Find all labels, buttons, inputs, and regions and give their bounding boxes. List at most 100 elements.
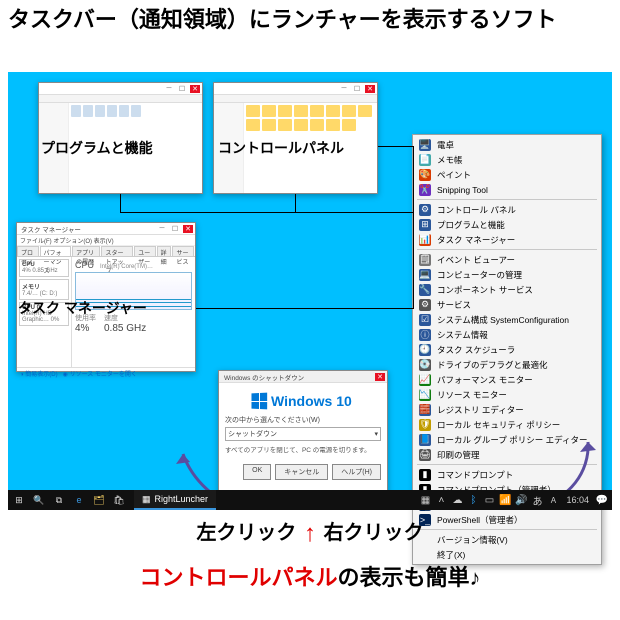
ok-button[interactable]: OK — [243, 464, 271, 480]
tm-card[interactable]: メモリ7.4/… (C: D:) — [19, 279, 69, 300]
ctx-item[interactable]: 🖨印刷の管理 — [413, 447, 601, 462]
footer-link[interactable]: リソース モニターを開く — [70, 372, 137, 378]
tm-tab[interactable]: ユーザー — [134, 246, 155, 256]
min-icon[interactable]: ─ — [157, 225, 167, 233]
tray-battery-icon[interactable]: ▭ — [483, 494, 495, 506]
file-icon[interactable] — [71, 105, 81, 117]
folder-icon[interactable] — [278, 119, 292, 131]
max-icon[interactable]: ☐ — [177, 85, 187, 93]
tm-tab[interactable]: アプリの履歴 — [72, 246, 100, 256]
ctx-item[interactable]: ⓘシステム情報 — [413, 327, 601, 342]
nav-pane[interactable] — [214, 103, 244, 193]
file-icon[interactable] — [95, 105, 105, 117]
ctx-item[interactable]: 🖥️電卓 — [413, 137, 601, 152]
tray-ime-icon[interactable]: あ — [531, 494, 543, 506]
tm-tab[interactable]: サービス — [172, 246, 194, 256]
ctx-item[interactable]: 📉リソース モニター — [413, 387, 601, 402]
file-list[interactable] — [69, 103, 202, 193]
ctx-item[interactable]: 🎨ペイント — [413, 167, 601, 182]
nav-pane[interactable] — [39, 103, 69, 193]
folder-icon[interactable] — [342, 105, 356, 117]
action-select[interactable]: シャットダウン ▾ — [225, 427, 381, 441]
footer-link[interactable]: 簡易表示(D) — [25, 372, 57, 378]
ctx-item[interactable]: 📊タスク マネージャー — [413, 232, 601, 247]
folder-icon[interactable] — [262, 119, 276, 131]
tab-strip[interactable]: プロセスパフォーマンスアプリの履歴スタートアップユーザー詳細サービス — [17, 246, 195, 257]
explorer-programs[interactable]: ─ ☐ ✕ — [38, 82, 203, 194]
ctx-item[interactable]: 📘ローカル グループ ポリシー エディター — [413, 432, 601, 447]
close-icon[interactable]: ✕ — [183, 225, 193, 233]
close-icon[interactable]: ✕ — [365, 85, 375, 93]
ctx-item[interactable]: 🧱レジストリ エディター — [413, 402, 601, 417]
tray-ime-a-icon[interactable]: A — [547, 494, 559, 506]
taskbar-app[interactable]: ▦ RightLuncher — [134, 490, 216, 510]
tray-onedrive-icon[interactable]: ☁ — [451, 494, 463, 506]
folder-icon[interactable] — [246, 105, 260, 117]
ctx-item[interactable]: 🕘タスク スケジューラ — [413, 342, 601, 357]
max-icon[interactable]: ☐ — [352, 85, 362, 93]
close-icon[interactable]: ✕ — [190, 85, 200, 93]
edge-icon[interactable]: e — [70, 491, 88, 509]
ctx-item[interactable]: 🛡ローカル セキュリティ ポリシー — [413, 417, 601, 432]
tm-tab[interactable]: スタートアップ — [101, 246, 133, 256]
folder-icon[interactable] — [342, 119, 356, 131]
action-center-icon[interactable]: 💬 — [596, 494, 608, 506]
file-list[interactable] — [244, 103, 377, 193]
max-icon[interactable]: ☐ — [170, 225, 180, 233]
taskview-icon[interactable]: ⧉ — [50, 491, 68, 509]
tm-sidebar[interactable]: CPU4% 0.85 GHz メモリ7.4/… (C: D:)GPU 0Intel… — [17, 257, 72, 367]
ctx-item[interactable]: 🔧コンポーネント サービス — [413, 282, 601, 297]
ctx-item[interactable]: 📈パフォーマンス モニター — [413, 372, 601, 387]
min-icon[interactable]: ─ — [164, 85, 174, 93]
ctx-item[interactable]: 💻コンピューターの管理 — [413, 267, 601, 282]
file-icon[interactable] — [119, 105, 129, 117]
tray-network-icon[interactable]: 📶 — [499, 494, 511, 506]
taskbar[interactable]: ⊞ 🔍 ⧉ e 🗂 🛍 ▦ RightLuncher ▦ ˄ ☁ ᛒ ▭ 📶 🔊… — [8, 490, 612, 510]
tm-card[interactable]: CPU4% 0.85 GHz — [19, 259, 69, 277]
tm-tab[interactable]: 詳細 — [157, 246, 172, 256]
tm-tab[interactable]: プロセス — [17, 246, 39, 256]
tm-tab[interactable]: パフォーマンス — [40, 246, 72, 256]
store-icon[interactable]: 🛍 — [110, 491, 128, 509]
system-tray[interactable]: ▦ ˄ ☁ ᛒ ▭ 📶 🔊 あ A 16:04 💬 — [419, 494, 612, 506]
folder-icon[interactable] — [310, 119, 324, 131]
ctx-item[interactable]: ▮コマンドプロンプト — [413, 467, 601, 482]
tray-volume-icon[interactable]: 🔊 — [515, 494, 527, 506]
clock[interactable]: 16:04 — [563, 495, 592, 505]
min-icon[interactable]: ─ — [339, 85, 349, 93]
task-manager-window[interactable]: タスク マネージャー ─ ☐ ✕ ファイル(F) オプション(O) 表示(V) … — [16, 222, 196, 372]
ctx-item[interactable]: 🗒イベント ビューアー — [413, 252, 601, 267]
folder-icon[interactable] — [326, 119, 340, 131]
ctx-item[interactable]: 💽ドライブのデフラグと最適化 — [413, 357, 601, 372]
tray-launcher-icon[interactable]: ▦ — [419, 494, 431, 506]
close-icon[interactable]: ✕ — [375, 373, 385, 381]
ctx-item[interactable]: ⊞プログラムと機能 — [413, 217, 601, 232]
ctx-item[interactable]: ☑システム構成 SystemConfiguration — [413, 312, 601, 327]
folder-icon[interactable] — [278, 105, 292, 117]
ctx-item[interactable]: ⚙コントロール パネル — [413, 202, 601, 217]
start-button[interactable]: ⊞ — [10, 491, 28, 509]
help-button[interactable]: ヘルプ(H) — [332, 464, 381, 480]
ctx-item[interactable]: ✂️Snipping Tool — [413, 182, 601, 197]
tray-chevron-icon[interactable]: ˄ — [435, 494, 447, 506]
folder-icon[interactable] — [326, 105, 340, 117]
ctx-item[interactable]: ⚙サービス — [413, 297, 601, 312]
shutdown-dialog[interactable]: Windows のシャットダウン ✕ Windows 10 次の中から選んでくだ… — [218, 370, 388, 500]
file-icon[interactable] — [131, 105, 141, 117]
explorer-icon[interactable]: 🗂 — [90, 491, 108, 509]
folder-icon[interactable] — [358, 105, 372, 117]
explorer-controlpanel[interactable]: ─ ☐ ✕ — [213, 82, 378, 194]
cancel-button[interactable]: キャンセル — [275, 464, 328, 480]
tm-card[interactable]: GPU 0Intel(R) HD Graphic… 0% — [19, 302, 69, 326]
file-icon[interactable] — [83, 105, 93, 117]
folder-icon[interactable] — [310, 105, 324, 117]
folder-icon[interactable] — [262, 105, 276, 117]
folder-icon[interactable] — [294, 119, 308, 131]
menu-bar[interactable]: ファイル(F) オプション(O) 表示(V) — [17, 235, 195, 246]
folder-icon[interactable] — [294, 105, 308, 117]
search-icon[interactable]: 🔍 — [30, 491, 48, 509]
ctx-item[interactable]: 📄メモ帳 — [413, 152, 601, 167]
file-icon[interactable] — [107, 105, 117, 117]
folder-icon[interactable] — [246, 119, 260, 131]
tray-bluetooth-icon[interactable]: ᛒ — [467, 494, 479, 506]
